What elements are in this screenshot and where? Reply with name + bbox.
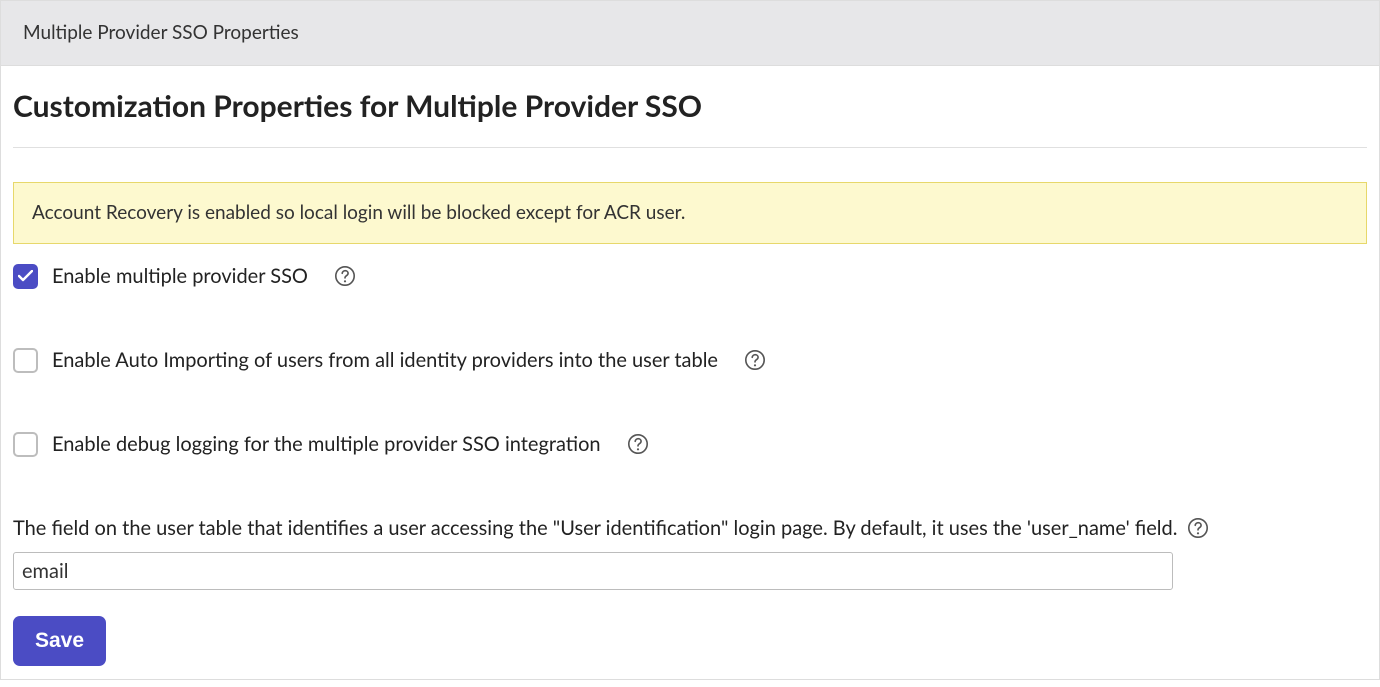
user-field-input[interactable] — [13, 552, 1173, 590]
checkbox-enable-sso[interactable] — [13, 264, 38, 289]
label-enable-sso: Enable multiple provider SSO — [52, 262, 308, 290]
checkbox-auto-import[interactable] — [13, 348, 38, 373]
panel-header: Multiple Provider SSO Properties — [1, 1, 1379, 66]
check-icon — [18, 270, 33, 282]
page-title: Customization Properties for Multiple Pr… — [13, 66, 1367, 148]
option-debug-logging: Enable debug logging for the multiple pr… — [13, 430, 1367, 458]
help-circle-icon — [1187, 517, 1209, 539]
help-user-field[interactable] — [1187, 517, 1209, 539]
label-debug-logging: Enable debug logging for the multiple pr… — [52, 430, 601, 458]
help-enable-sso[interactable] — [334, 265, 356, 287]
properties-panel: Multiple Provider SSO Properties Customi… — [0, 0, 1380, 680]
help-auto-import[interactable] — [744, 349, 766, 371]
option-enable-sso: Enable multiple provider SSO — [13, 262, 1367, 290]
info-alert: Account Recovery is enabled so local log… — [13, 182, 1367, 245]
help-circle-icon — [627, 433, 649, 455]
help-circle-icon — [744, 349, 766, 371]
checkbox-debug-logging[interactable] — [13, 432, 38, 457]
user-field-label-row: The field on the user table that identif… — [13, 514, 1367, 542]
label-user-field: The field on the user table that identif… — [13, 514, 1177, 542]
panel-header-title: Multiple Provider SSO Properties — [23, 21, 299, 44]
help-circle-icon — [334, 265, 356, 287]
option-auto-import: Enable Auto Importing of users from all … — [13, 346, 1367, 374]
help-debug-logging[interactable] — [627, 433, 649, 455]
info-alert-text: Account Recovery is enabled so local log… — [32, 201, 685, 224]
panel-content: Customization Properties for Multiple Pr… — [1, 66, 1379, 680]
save-button[interactable]: Save — [13, 616, 106, 666]
label-auto-import: Enable Auto Importing of users from all … — [52, 346, 718, 374]
